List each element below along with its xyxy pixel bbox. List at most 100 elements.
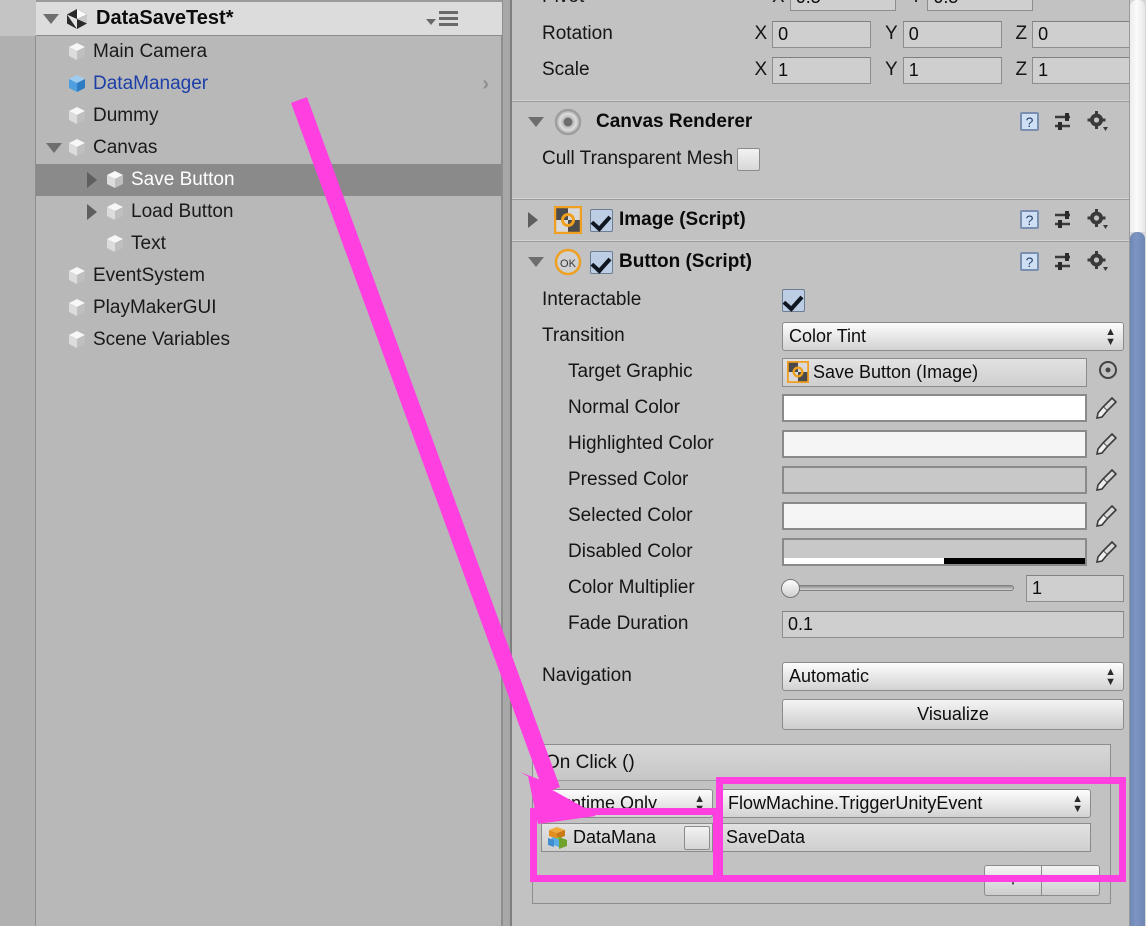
hierarchy-item-canvas[interactable]: Canvas [36, 132, 501, 164]
preset-sliders-icon[interactable] [1052, 208, 1075, 231]
visualize-button[interactable]: Visualize [782, 698, 1124, 730]
gameobject-cube-icon [66, 265, 88, 287]
disabled-color-row[interactable]: Disabled Color [512, 534, 1131, 570]
inspector-scrollbar-track[interactable] [1129, 0, 1146, 926]
pivot-x-axis-label: X [772, 0, 785, 8]
selected-color-row[interactable]: Selected Color [512, 498, 1131, 534]
pressed-color-swatch[interactable] [782, 466, 1087, 494]
pivot-y-field[interactable]: 0.5 [927, 0, 1034, 11]
image-component-foldout[interactable] [528, 212, 554, 228]
onclick-target-objectfield[interactable]: DataMana [541, 823, 713, 852]
chevron-down-icon [528, 117, 544, 127]
canvas-renderer-header-buttons[interactable]: ? [1018, 110, 1109, 133]
eyedropper-icon[interactable] [1095, 539, 1119, 565]
scale-y-field[interactable]: 1 [902, 56, 1002, 84]
svg-text:?: ? [1026, 212, 1034, 228]
hierarchy-item-save-button[interactable]: Save Button [36, 164, 501, 196]
chevron-right-icon[interactable] [80, 204, 104, 220]
hierarchy-item-main-camera[interactable]: Main Camera [36, 36, 501, 68]
hierarchy-item-scene-variables[interactable]: Scene Variables [36, 324, 501, 356]
fade-duration-row[interactable]: Fade Duration 0.1 [512, 606, 1131, 642]
normal-color-row[interactable]: Normal Color [512, 390, 1131, 426]
rotation-y-field[interactable]: 0 [902, 20, 1002, 48]
cull-transparent-mesh-row[interactable]: Cull Transparent Mesh [512, 142, 1131, 176]
pressed-color-row[interactable]: Pressed Color [512, 462, 1131, 498]
hierarchy-item-dummy[interactable]: Dummy [36, 100, 501, 132]
onclick-remove-button[interactable]: − [1042, 865, 1100, 896]
highlighted-color-swatch[interactable] [782, 430, 1087, 458]
transition-row[interactable]: Transition Color Tint ▲ ▼ [512, 318, 1131, 354]
eyedropper-icon[interactable] [1095, 503, 1119, 529]
image-component-header-buttons[interactable]: ? [1018, 208, 1109, 231]
rotation-z-field[interactable]: 0 [1032, 20, 1131, 48]
rotation-x-field[interactable]: 0 [772, 20, 872, 48]
normal-color-swatch[interactable] [782, 394, 1087, 422]
help-book-icon[interactable]: ? [1018, 110, 1041, 133]
eyedropper-icon[interactable] [1095, 467, 1119, 493]
transition-dropdown[interactable]: Color Tint ▲ ▼ [782, 321, 1124, 351]
eyedropper-icon[interactable] [1095, 431, 1119, 457]
gear-icon[interactable] [1086, 208, 1109, 231]
onclick-argument-field[interactable]: SaveData [721, 823, 1091, 852]
color-multiplier-field[interactable]: 1 [1026, 574, 1124, 602]
hierarchy-scene-header[interactable]: DataSaveTest* [36, 0, 502, 36]
hierarchy-item-eventsystem[interactable]: EventSystem [36, 260, 501, 292]
help-book-icon[interactable]: ? [1018, 250, 1041, 273]
gameobject-cube-icon [104, 233, 126, 255]
selected-color-swatch[interactable] [782, 502, 1087, 530]
pivot-x-field[interactable]: 0.5 [789, 0, 896, 11]
scale-x-field[interactable]: 1 [772, 56, 872, 84]
button-component-enabled-checkbox[interactable] [590, 250, 613, 274]
object-picker-icon[interactable] [1097, 359, 1119, 386]
hierarchy-menu-button[interactable] [426, 11, 458, 26]
hierarchy-item-label: Scene Variables [93, 329, 230, 350]
eyedropper-icon[interactable] [1095, 395, 1119, 421]
interactable-checkbox[interactable] [782, 288, 805, 312]
button-component-foldout[interactable] [528, 257, 554, 267]
target-graphic-row[interactable]: Target Graphic Save Button (Image) [512, 354, 1131, 390]
hierarchy-item-text[interactable]: Text [36, 228, 501, 260]
disabled-color-label: Disabled Color [568, 541, 693, 562]
gear-icon[interactable] [1086, 250, 1109, 273]
interactable-row[interactable]: Interactable [512, 282, 1131, 318]
onclick-object-picker-icon[interactable] [684, 826, 710, 850]
inspector-scrollbar-thumb[interactable] [1130, 232, 1145, 926]
onclick-addremove-buttons[interactable]: + − [984, 865, 1100, 896]
navigation-row[interactable]: Navigation Automatic ▲ ▼ [512, 658, 1131, 694]
button-component-header[interactable]: OK Button (Script) ? [512, 242, 1131, 282]
fade-duration-field[interactable]: 0.1 [782, 610, 1124, 638]
gear-icon[interactable] [1086, 110, 1109, 133]
preset-sliders-icon[interactable] [1052, 250, 1075, 273]
highlighted-color-row[interactable]: Highlighted Color [512, 426, 1131, 462]
chevron-right-icon[interactable] [80, 172, 104, 188]
onclick-add-button[interactable]: + [984, 865, 1042, 896]
target-graphic-objectfield[interactable]: Save Button (Image) [782, 357, 1087, 387]
preset-sliders-icon[interactable] [1052, 110, 1075, 133]
visualize-row[interactable]: Visualize [512, 694, 1131, 734]
chevron-down-icon[interactable] [42, 143, 66, 153]
color-multiplier-row[interactable]: Color Multiplier 1 [512, 570, 1131, 606]
hierarchy-item-load-button[interactable]: Load Button [36, 196, 501, 228]
button-component-header-buttons[interactable]: ? [1018, 250, 1109, 273]
help-book-icon[interactable]: ? [1018, 208, 1041, 231]
hierarchy-item-playmakergui[interactable]: PlayMakerGUI [36, 292, 501, 324]
disabled-color-swatch[interactable] [782, 538, 1087, 566]
canvas-renderer-header[interactable]: Canvas Renderer ? [512, 102, 1131, 142]
hierarchy-item-datamanager[interactable]: DataManager › [36, 68, 501, 100]
slider-handle[interactable] [781, 579, 800, 598]
gameobject-cube-icon [66, 297, 88, 319]
cull-transparent-mesh-checkbox[interactable] [737, 147, 761, 171]
onclick-function-dropdown[interactable]: FlowMachine.TriggerUnityEvent ▲ ▼ [721, 789, 1091, 818]
image-component-header[interactable]: Image (Script) ? [512, 200, 1131, 240]
hierarchy-item-label: Load Button [131, 201, 234, 222]
color-multiplier-slider[interactable] [781, 579, 1014, 598]
scene-foldout-toggle[interactable] [40, 1, 62, 37]
hierarchy-tree[interactable]: Main Camera DataManager › Dummy Canvas Save B… [36, 36, 502, 926]
image-component-enabled-checkbox[interactable] [590, 208, 613, 232]
chevron-right-icon[interactable]: › [482, 73, 489, 96]
scale-z-field[interactable]: 1 [1032, 56, 1131, 84]
onclick-callmode-dropdown[interactable]: Runtime Only ▲ ▼ [541, 789, 713, 818]
canvas-renderer-title: Canvas Renderer [596, 111, 753, 132]
canvas-renderer-foldout[interactable] [528, 117, 554, 127]
navigation-dropdown[interactable]: Automatic ▲ ▼ [782, 661, 1124, 691]
